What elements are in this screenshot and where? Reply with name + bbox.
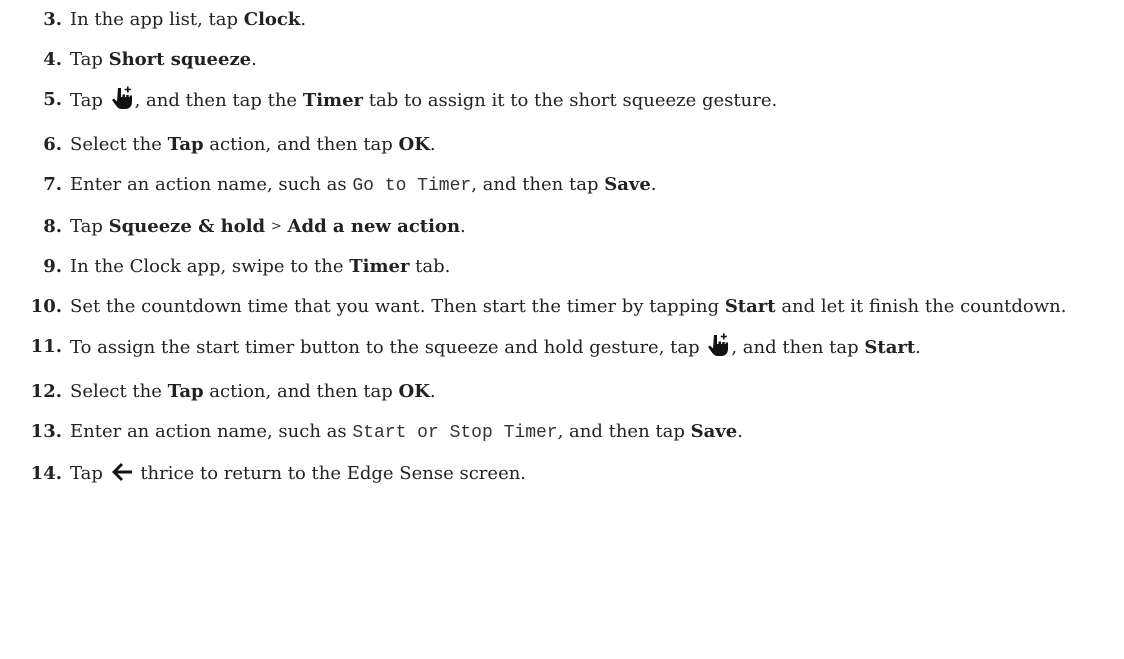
bold-term: OK	[398, 134, 430, 155]
step-text: Enter an action name, such as	[70, 421, 353, 442]
bold-term: Timer	[349, 256, 410, 277]
step-text: In the app list, tap	[70, 9, 244, 30]
step-text: Set the countdown time that you want. Th…	[70, 296, 725, 317]
step-number: 12.	[30, 381, 62, 402]
steps-list: 3. In the app list, tap Clock. 4. Tap Shor…	[0, 6, 1124, 491]
bold-term: Short squeeze	[108, 49, 252, 70]
bold-term: Timer	[302, 90, 364, 111]
bold-term: Tap	[167, 134, 204, 155]
bold-term: Start	[864, 337, 916, 358]
bold-term: Save	[690, 421, 738, 442]
hand-pointer-plus-icon	[109, 86, 135, 118]
step-number: 4.	[43, 49, 62, 70]
step-text: tab.	[409, 256, 451, 277]
step-12: 12. Select the Tap action, and then tap O…	[0, 378, 1124, 405]
step-text: action, and then tap	[203, 134, 399, 155]
action-name-code: Go to Timer	[352, 176, 472, 196]
bold-term: Save	[604, 174, 651, 195]
back-arrow-icon	[109, 461, 135, 491]
step-13: 13. Enter an action name, such as Start o…	[0, 418, 1124, 447]
step-number: 11.	[30, 336, 62, 357]
step-number: 9.	[43, 256, 62, 277]
step-7: 7. Enter an action name, such as Go to Ti…	[0, 171, 1124, 200]
step-number: 6.	[43, 134, 62, 155]
bold-term: OK	[398, 381, 430, 402]
step-text: .	[737, 421, 743, 442]
step-text: and let it finish the countdown.	[775, 296, 1067, 317]
bold-term: Start	[724, 296, 776, 317]
step-text: .	[429, 134, 436, 155]
step-number: 14.	[30, 463, 62, 484]
instructions-page: 3. In the app list, tap Clock. 4. Tap Shor…	[0, 0, 1124, 659]
step-9: 9. In the Clock app, swipe to the Timer t…	[0, 253, 1124, 280]
step-text: , and then tap the	[134, 90, 303, 111]
step-text: .	[650, 174, 657, 195]
step-text: Tap	[70, 90, 109, 111]
step-11: 11. To assign the start timer button to t…	[0, 333, 1124, 365]
step-10: 10. Set the countdown time that you want.…	[0, 293, 1124, 320]
bold-term: Squeeze & hold	[108, 216, 266, 237]
menu-path-separator: >	[270, 219, 282, 234]
bold-term: Clock	[243, 9, 301, 30]
bold-term: Add a new action	[287, 216, 461, 237]
step-text: thrice to return to the Edge Sense scree…	[134, 463, 527, 484]
bold-term: Tap	[167, 381, 204, 402]
step-6: 6. Select the Tap action, and then tap OK…	[0, 131, 1124, 158]
step-number: 13.	[30, 421, 62, 442]
step-text: Select the	[70, 134, 168, 155]
step-text: In the Clock app, swipe to the	[70, 256, 350, 277]
step-number: 10.	[30, 296, 62, 317]
step-text: action, and then tap	[203, 381, 399, 402]
step-text: Tap	[70, 49, 109, 70]
step-number: 5.	[43, 89, 62, 110]
step-14: 14. Tap thrice to return to the Edge Sens…	[0, 460, 1124, 491]
action-name-code: Start or Stop Timer	[352, 423, 558, 443]
step-number: 8.	[43, 216, 62, 237]
step-number: 7.	[43, 174, 62, 195]
step-text: Enter an action name, such as	[70, 174, 353, 195]
step-text: .	[251, 49, 257, 70]
step-text: .	[460, 216, 466, 237]
step-text: Tap	[70, 463, 109, 484]
hand-pointer-plus-icon	[705, 333, 731, 365]
step-text: Tap	[70, 216, 109, 237]
step-number: 3.	[43, 9, 62, 30]
step-3: 3. In the app list, tap Clock.	[0, 6, 1124, 33]
step-text: , and then tap	[557, 421, 691, 442]
step-text: tab to assign it to the short squeeze ge…	[363, 90, 778, 111]
step-text: .	[300, 9, 307, 30]
step-4: 4. Tap Short squeeze.	[0, 46, 1124, 73]
step-text: To assign the start timer button to the …	[70, 337, 706, 358]
step-text: , and then tap	[731, 337, 865, 358]
step-5: 5. Tap , and then tap the Timer tab to as…	[0, 86, 1124, 118]
step-text: .	[915, 337, 921, 358]
step-8: 8. Tap Squeeze & hold > Add a new action.	[0, 213, 1124, 240]
step-text: Select the	[70, 381, 168, 402]
step-text: .	[429, 381, 436, 402]
step-text: , and then tap	[471, 174, 605, 195]
